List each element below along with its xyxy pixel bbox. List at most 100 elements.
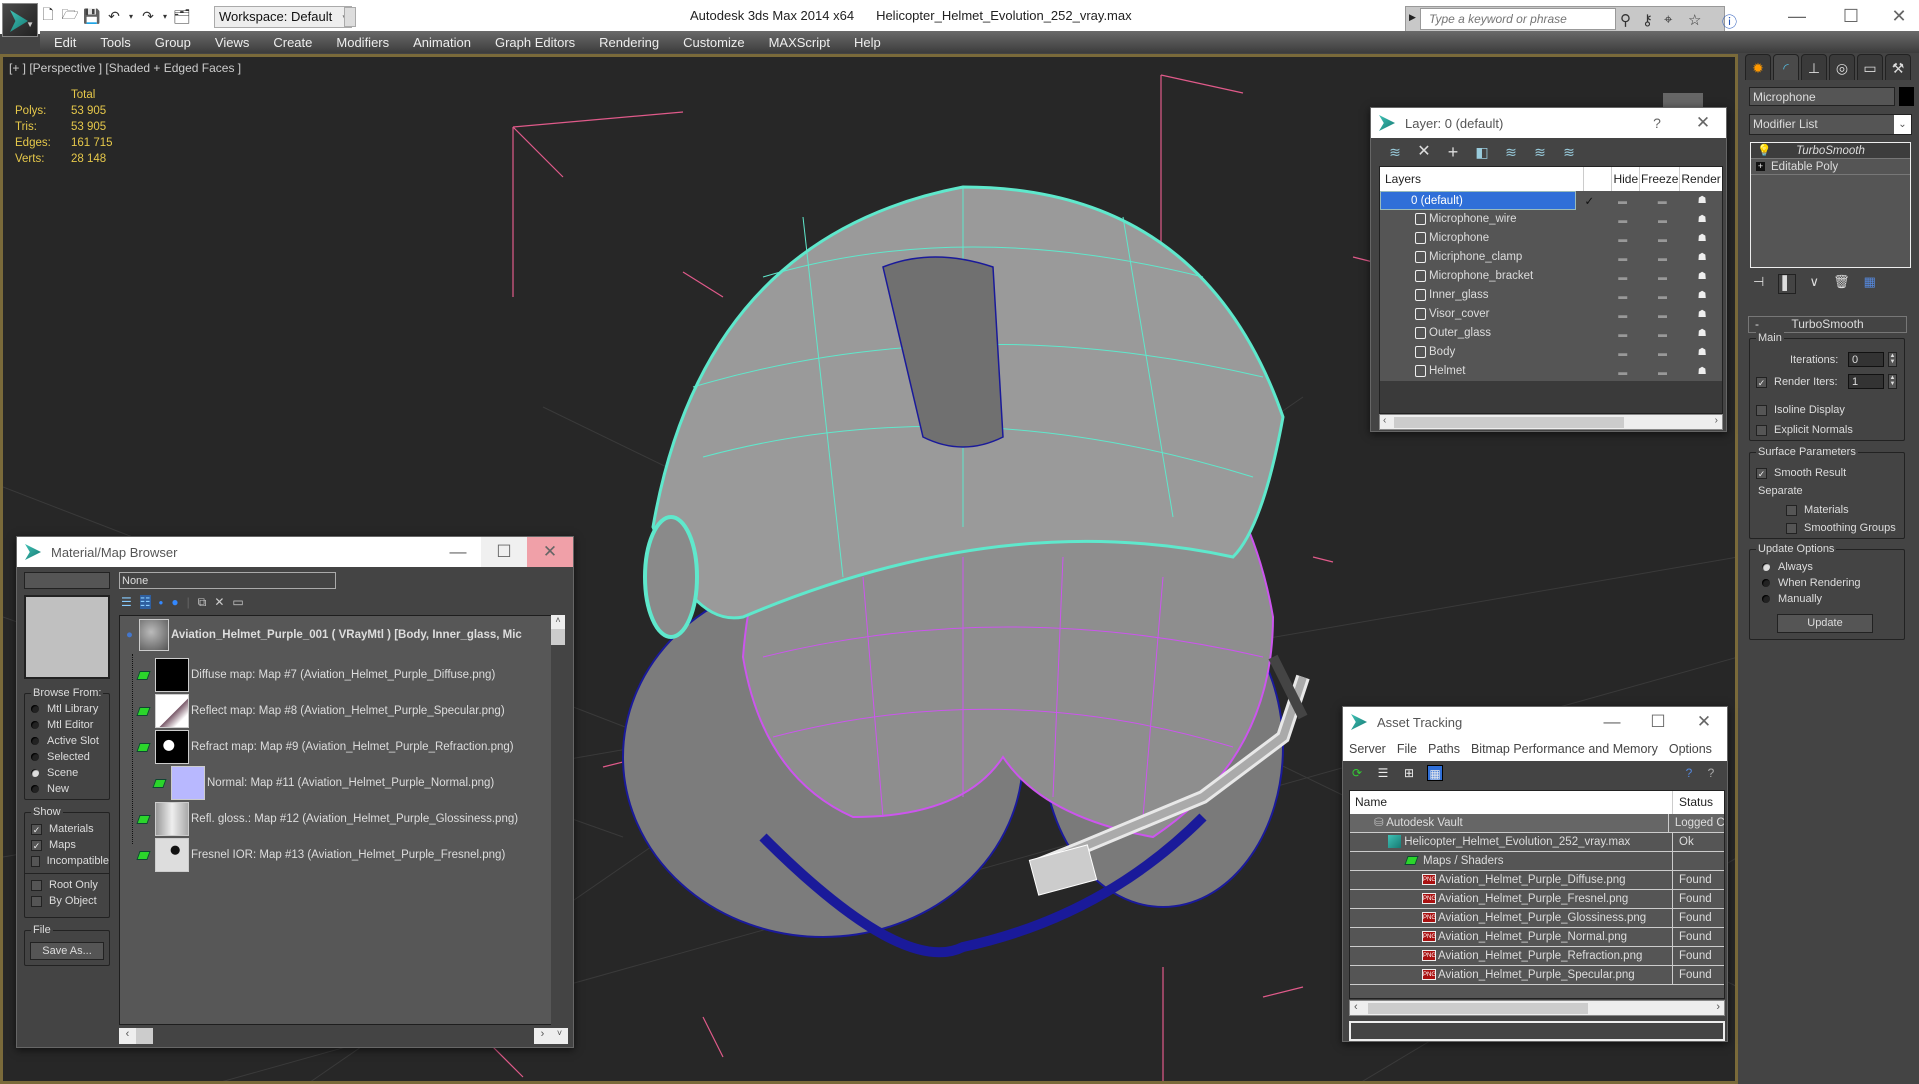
horizontal-scrollbar[interactable]: ‹ › ˅: [119, 1028, 571, 1044]
menu-group[interactable]: Group: [155, 35, 191, 50]
hierarchy-tab-icon[interactable]: ⊥: [1801, 54, 1827, 80]
redo-dropdown-icon[interactable]: ▾: [162, 8, 168, 24]
menu-modifiers[interactable]: Modifiers: [336, 35, 389, 50]
open-file-icon[interactable]: 🗁: [61, 6, 78, 24]
menu-paths[interactable]: Paths: [1428, 742, 1460, 756]
delete-layer-icon[interactable]: ✕: [1416, 144, 1432, 160]
expand-triangle-icon[interactable]: ▶: [1409, 12, 1416, 23]
close-button[interactable]: ✕: [1680, 108, 1726, 138]
hide-toggle[interactable]: ▬: [1603, 234, 1643, 244]
asset-row[interactable]: PNG Aviation_Helmet_Purple_Fresnel.png Fou…: [1350, 890, 1724, 909]
star-icon[interactable]: ☆: [1688, 11, 1701, 29]
scroll-right-icon[interactable]: ›: [534, 1028, 551, 1044]
checkbox-root-only[interactable]: Root Only: [25, 877, 109, 893]
asset-row[interactable]: Helicopter_Helmet_Evolution_252_vray.max…: [1350, 833, 1724, 852]
close-button[interactable]: ✕: [527, 537, 573, 567]
menu-customize[interactable]: Customize: [683, 35, 744, 50]
hide-toggle[interactable]: ▬: [1603, 329, 1643, 339]
freeze-toggle[interactable]: ▬: [1643, 215, 1683, 225]
maximize-button[interactable]: ☐: [1836, 6, 1866, 27]
application-menu-button[interactable]: ▼: [2, 3, 38, 37]
hide-toggle[interactable]: ▬: [1603, 291, 1643, 301]
keyword-search-input[interactable]: [1420, 8, 1616, 30]
map-row[interactable]: Refl. gloss.: Map #12 (Aviation_Helmet_P…: [136, 802, 518, 836]
help-button[interactable]: ?: [1634, 108, 1680, 138]
create-layer-icon[interactable]: ≋: [1387, 144, 1403, 160]
project-folder-icon[interactable]: 🗂: [173, 8, 191, 24]
column-layers[interactable]: Layers: [1380, 167, 1585, 191]
render-teapot-icon[interactable]: ☗: [1682, 347, 1722, 358]
render-teapot-icon[interactable]: ☗: [1682, 252, 1722, 263]
iterations-spinner[interactable]: [1848, 352, 1884, 367]
hide-toggle[interactable]: ▬: [1603, 196, 1643, 206]
set-current-layer-icon[interactable]: ≋: [1532, 144, 1548, 160]
layer-dialog-titlebar[interactable]: Layer: 0 (default) ? ✕: [1371, 108, 1726, 138]
render-teapot-icon[interactable]: ☗: [1682, 309, 1722, 320]
asset-row[interactable]: ⛁ Autodesk Vault Logged C: [1350, 814, 1724, 833]
layer-object-row[interactable]: Visor_cover ▬ ▬ ☗: [1380, 305, 1722, 324]
radio-selected[interactable]: Selected: [25, 749, 109, 765]
checkbox-by-object[interactable]: By Object: [25, 893, 109, 909]
small-icons-icon[interactable]: ●: [159, 598, 164, 607]
freeze-toggle[interactable]: ▬: [1642, 196, 1682, 206]
asset-row[interactable]: PNG Aviation_Helmet_Purple_Specular.png Fo…: [1350, 966, 1724, 985]
checkbox-maps[interactable]: ✓ Maps: [25, 837, 109, 853]
asset-row[interactable]: PNG Aviation_Helmet_Purple_Normal.png Foun…: [1350, 928, 1724, 947]
close-button[interactable]: ✕: [1681, 707, 1727, 737]
freeze-toggle[interactable]: ▬: [1643, 310, 1683, 320]
maximize-button[interactable]: ☐: [1635, 707, 1681, 737]
horizontal-scrollbar[interactable]: ‹ ›: [1379, 414, 1723, 430]
radio-when-rendering[interactable]: When Rendering: [1756, 575, 1861, 591]
checkbox-incompatible[interactable]: Incompatible: [25, 853, 109, 869]
map-row[interactable]: Diffuse map: Map #7 (Aviation_Helmet_Pur…: [136, 658, 495, 692]
layer-object-row[interactable]: Microphone ▬ ▬ ☗: [1380, 229, 1722, 248]
render-iters-spinner[interactable]: [1848, 374, 1884, 389]
menu-options[interactable]: Options: [1669, 742, 1712, 756]
undo-dropdown-icon[interactable]: ▾: [128, 8, 134, 24]
spinner-arrows-icon[interactable]: ▲ ▼: [1888, 374, 1897, 389]
chevron-down-icon[interactable]: ˅: [551, 1028, 568, 1044]
radio-always[interactable]: Always: [1756, 559, 1861, 575]
radio-active-slot[interactable]: Active Slot: [25, 733, 109, 749]
menu-file[interactable]: File: [1397, 742, 1417, 756]
render-teapot-icon[interactable]: ☗: [1682, 290, 1722, 301]
scroll-left-icon[interactable]: ‹: [1354, 1001, 1358, 1013]
scrollbar-thumb[interactable]: [1394, 417, 1624, 428]
hide-toggle[interactable]: ▬: [1603, 367, 1643, 377]
update-button[interactable]: Update: [1777, 614, 1873, 633]
view-list-icon[interactable]: ☰: [121, 595, 132, 609]
map-row[interactable]: Refract map: Map #9 (Aviation_Helmet_Pur…: [136, 730, 514, 764]
menu-edit[interactable]: Edit: [54, 35, 76, 50]
render-teapot-icon[interactable]: ☗: [1682, 233, 1722, 244]
menu-bitmap-performance[interactable]: Bitmap Performance and Memory: [1471, 742, 1658, 756]
hide-toggle[interactable]: ▬: [1603, 272, 1643, 282]
render-teapot-icon[interactable]: ☗: [1682, 214, 1722, 225]
lightbulb-icon[interactable]: 💡: [1757, 143, 1771, 159]
column-render[interactable]: Render: [1680, 167, 1722, 191]
save-icon[interactable]: 💾: [83, 8, 100, 24]
asset-row[interactable]: Maps / Shaders: [1350, 852, 1724, 871]
create-tab-icon[interactable]: ✹: [1745, 54, 1771, 80]
display-tab-icon[interactable]: ▭: [1857, 54, 1883, 80]
asset-row[interactable]: PNG Aviation_Helmet_Purple_Glossiness.png…: [1350, 909, 1724, 928]
radio-manually[interactable]: Manually: [1756, 591, 1861, 607]
scroll-left-icon[interactable]: ‹: [1383, 415, 1386, 426]
asset-tracking-titlebar[interactable]: Asset Tracking — ☐ ✕: [1343, 707, 1727, 737]
show-end-result-icon[interactable]: ▌: [1778, 274, 1796, 294]
new-file-icon[interactable]: 🗋: [40, 6, 56, 24]
hide-toggle[interactable]: ▬: [1603, 348, 1643, 358]
vault-help-icon[interactable]: ?: [1681, 765, 1697, 781]
minimize-button[interactable]: —: [435, 537, 481, 567]
scroll-right-icon[interactable]: ›: [1715, 415, 1718, 426]
render-teapot-icon[interactable]: ☗: [1682, 328, 1722, 339]
view-list-icons-icon[interactable]: ☷: [139, 595, 151, 609]
pin-stack-icon[interactable]: ⊣: [1753, 274, 1764, 294]
scroll-left-icon[interactable]: ‹: [119, 1028, 136, 1044]
horizontal-scrollbar[interactable]: ‹ ›: [1349, 1000, 1725, 1016]
remove-modifier-icon[interactable]: 🗑: [1833, 274, 1850, 294]
freeze-toggle[interactable]: ▬: [1643, 272, 1683, 282]
menu-tools[interactable]: Tools: [100, 35, 130, 50]
material-row[interactable]: ● Aviation_Helmet_Purple_001 ( VRayMtl )…: [126, 618, 522, 652]
customize-toolbar-button[interactable]: ▾: [344, 7, 356, 27]
layer-object-row[interactable]: Body ▬ ▬ ☗: [1380, 343, 1722, 362]
